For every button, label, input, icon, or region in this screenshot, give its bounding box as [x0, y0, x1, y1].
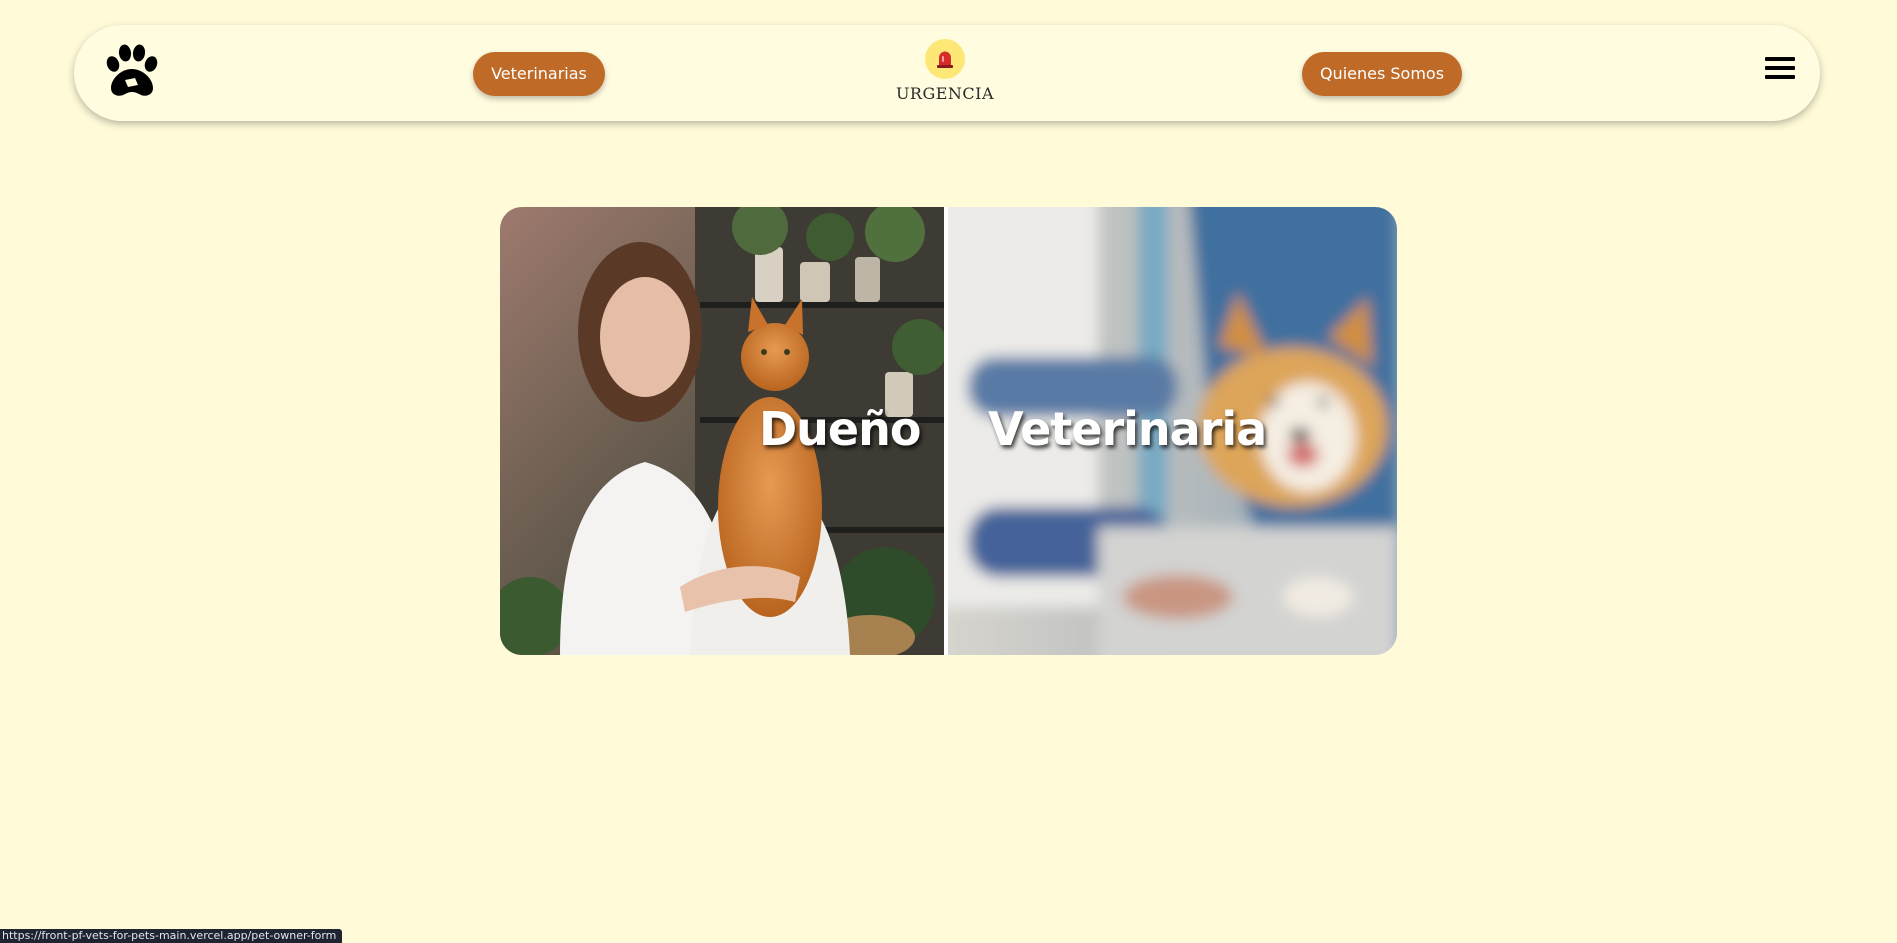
vet-card[interactable]: Veterinaria — [948, 207, 1397, 655]
quienes-somos-button[interactable]: Quienes Somos — [1302, 52, 1462, 96]
navbar: Veterinarias URGENCIA Quienes Somos — [74, 25, 1820, 121]
siren-icon — [925, 39, 965, 79]
urgencia-link[interactable]: URGENCIA — [890, 39, 1000, 103]
owner-card[interactable]: Dueño — [500, 207, 944, 655]
owner-card-label: Dueño — [759, 402, 921, 456]
browser-status-url: https://front-pf-vets-for-pets-main.verc… — [0, 929, 343, 943]
hamburger-menu-icon[interactable] — [1765, 57, 1795, 87]
urgencia-label: URGENCIA — [895, 84, 995, 103]
veterinarias-button[interactable]: Veterinarias — [473, 52, 605, 96]
paw-print-icon[interactable] — [101, 42, 161, 102]
vet-card-label: Veterinaria — [988, 402, 1267, 456]
role-selection-cards: Dueño Veterinaria — [500, 207, 1397, 655]
